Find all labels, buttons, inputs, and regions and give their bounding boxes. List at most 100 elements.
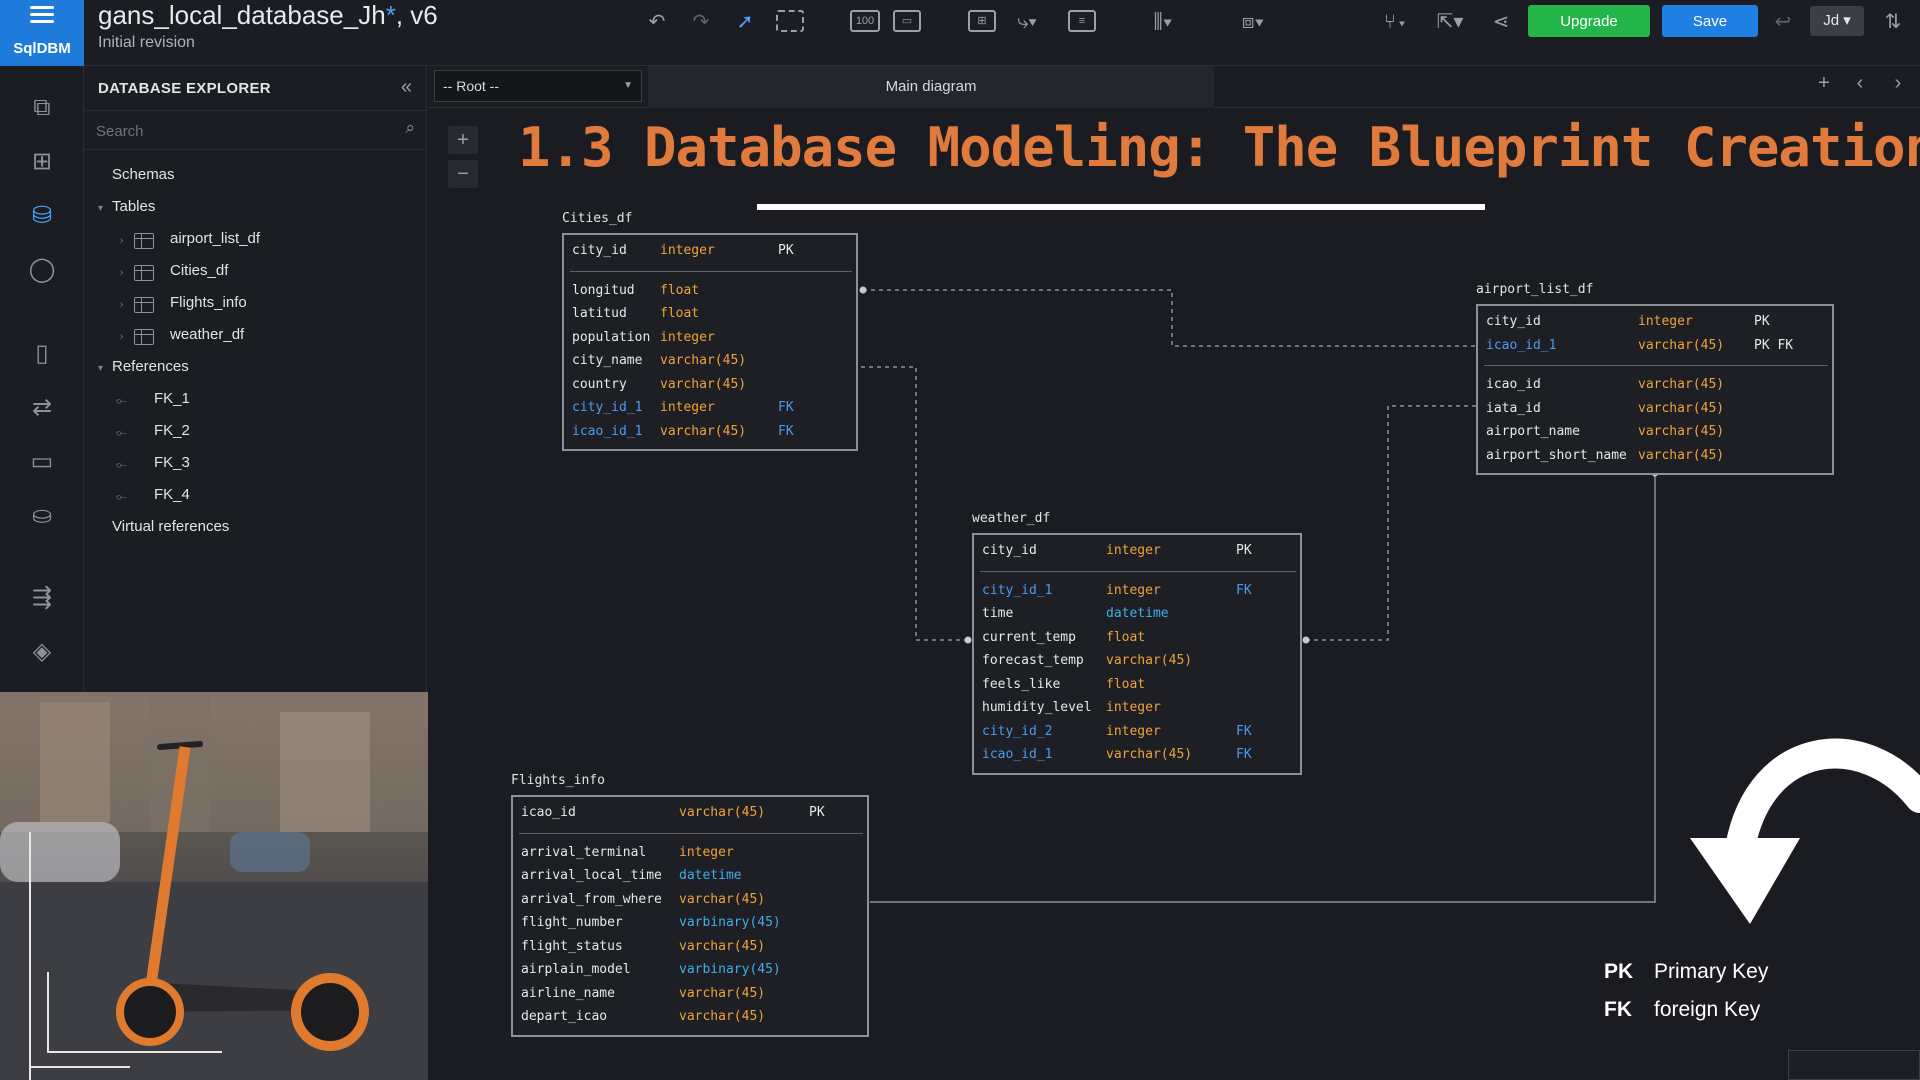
select-area-icon[interactable]: [776, 10, 804, 32]
collapse-panel-icon[interactable]: «: [401, 76, 412, 99]
column-row[interactable]: airport_name varchar(45): [1486, 424, 1828, 444]
column-row[interactable]: current_temp float: [982, 630, 1296, 650]
zoom-in-button[interactable]: +: [448, 126, 478, 154]
column-row[interactable]: feels_like float: [982, 677, 1296, 697]
tree-tables[interactable]: Tables: [112, 198, 155, 215]
tree-table-flights-info[interactable]: Flights_info: [170, 294, 247, 311]
tab-main-diagram[interactable]: Main diagram: [648, 66, 1214, 108]
column-row[interactable]: arrival_terminal integer: [521, 845, 863, 865]
table-box[interactable]: city_id integer PK city_id_1 integer FKtime da…: [972, 533, 1302, 775]
caret-right-icon[interactable]: ›: [120, 299, 123, 310]
tree-reference-fk-3[interactable]: FK_3: [154, 454, 190, 471]
search-icon[interactable]: ⌕: [405, 118, 415, 138]
user-menu-button[interactable]: Jd ▾: [1810, 6, 1864, 36]
caret-right-icon[interactable]: ›: [120, 235, 123, 246]
document-title[interactable]: gans_local_database_Jh*, v6: [98, 0, 438, 31]
column-row[interactable]: icao_id_1 varchar(45) FK: [572, 424, 852, 444]
notebook-icon[interactable]: ▭: [26, 446, 58, 478]
tree-reference-fk-1[interactable]: FK_1: [154, 390, 190, 407]
brand-menu-button[interactable]: SqlDBM: [0, 0, 84, 66]
table-name[interactable]: airport_list_df: [1476, 282, 1593, 297]
caret-right-icon[interactable]: ›: [120, 267, 123, 278]
column-row[interactable]: longitud float: [572, 283, 852, 303]
fit-view-icon[interactable]: ▭: [893, 10, 921, 32]
column-row[interactable]: forecast_temp varchar(45): [982, 653, 1296, 673]
tree-schemas[interactable]: Schemas: [112, 166, 175, 183]
revert-icon[interactable]: ↩: [1766, 8, 1800, 36]
column-row[interactable]: iata_id varchar(45): [1486, 401, 1828, 421]
column-row[interactable]: airline_name varchar(45): [521, 986, 863, 1006]
add-table-icon[interactable]: ⊞: [968, 10, 996, 32]
book-icon[interactable]: ▯: [26, 338, 58, 370]
table-name[interactable]: weather_df: [972, 511, 1050, 526]
diagram-icon[interactable]: ⧉: [26, 92, 58, 124]
compare-icon[interactable]: ⇄: [26, 392, 58, 424]
tree-table-weather-df[interactable]: weather_df: [170, 326, 244, 343]
table-name[interactable]: Flights_info: [511, 773, 605, 788]
column-row[interactable]: airplain_model varbinary(45): [521, 962, 863, 982]
schema-select[interactable]: -- Root -- ▼: [434, 70, 642, 102]
layout-icon[interactable]: ⧈▾: [1230, 8, 1276, 36]
column-row[interactable]: time datetime: [982, 606, 1296, 626]
search-input[interactable]: [96, 117, 376, 145]
layers-icon[interactable]: ◈: [26, 636, 58, 668]
add-relation-icon[interactable]: ⤷▾: [1010, 8, 1044, 36]
settings-sliders-icon[interactable]: ⇅: [1876, 8, 1910, 36]
chevron-right-icon[interactable]: ›: [1886, 72, 1910, 95]
add-note-icon[interactable]: ≡: [1068, 10, 1096, 32]
columns-view-icon[interactable]: ⫼▾: [1140, 8, 1186, 36]
flow-icon[interactable]: ⇶: [26, 582, 58, 614]
tree-table-cities-df[interactable]: Cities_df: [170, 262, 228, 279]
column-row[interactable]: humidity_level integer: [982, 700, 1296, 720]
branch-icon[interactable]: ⑂▾: [1374, 8, 1418, 36]
column-row[interactable]: icao_id_1 varchar(45) PK FK: [1486, 338, 1828, 358]
column-row[interactable]: airport_short_name varchar(45): [1486, 448, 1828, 468]
table-name[interactable]: Cities_df: [562, 211, 632, 226]
column-row[interactable]: arrival_from_where varchar(45): [521, 892, 863, 912]
column-row[interactable]: city_id_2 integer FK: [982, 724, 1296, 744]
table-box[interactable]: city_id integer PK longitud float latitud floa…: [562, 233, 858, 451]
zoom-out-button[interactable]: −: [448, 160, 478, 188]
caret-down-icon[interactable]: ▾: [98, 363, 103, 374]
column-row[interactable]: flight_status varchar(45): [521, 939, 863, 959]
comment-icon[interactable]: ◯: [26, 254, 58, 286]
database-export-icon[interactable]: ⛀: [26, 500, 58, 532]
column-row[interactable]: city_id integer PK: [982, 543, 1296, 563]
tree-reference-fk-2[interactable]: FK_2: [154, 422, 190, 439]
database-icon[interactable]: ⛁: [26, 200, 58, 232]
table-box[interactable]: icao_id varchar(45) PK arrival_terminal inte…: [511, 795, 869, 1037]
add-diagram-icon[interactable]: +: [1812, 72, 1836, 95]
column-row[interactable]: depart_icao varchar(45): [521, 1009, 863, 1029]
chevron-left-icon[interactable]: ‹: [1848, 72, 1872, 95]
column-row[interactable]: population integer: [572, 330, 852, 350]
zoom-100-button[interactable]: 100: [850, 10, 880, 32]
column-row[interactable]: flight_number varbinary(45): [521, 915, 863, 935]
column-row[interactable]: icao_id_1 varchar(45) FK: [982, 747, 1296, 767]
table-box[interactable]: city_id integer PK icao_id_1 varchar(45) PK F…: [1476, 304, 1834, 475]
column-row[interactable]: icao_id varchar(45): [1486, 377, 1828, 397]
share-icon[interactable]: ⋖: [1484, 8, 1518, 36]
table-grid-icon[interactable]: ⊞: [26, 146, 58, 178]
revision-label[interactable]: Initial revision: [98, 34, 195, 52]
minimap-panel[interactable]: [1788, 1050, 1920, 1080]
pointer-icon[interactable]: ➚: [728, 8, 762, 36]
caret-right-icon[interactable]: ›: [120, 331, 123, 342]
column-row[interactable]: city_name varchar(45): [572, 353, 852, 373]
column-row[interactable]: city_id_1 integer FK: [572, 400, 852, 420]
column-row[interactable]: country varchar(45): [572, 377, 852, 397]
tree-reference-fk-4[interactable]: FK_4: [154, 486, 190, 503]
redo-icon[interactable]: ↷: [684, 8, 718, 36]
export-icon[interactable]: ⇱▾: [1428, 8, 1472, 36]
undo-icon[interactable]: ↶: [640, 8, 674, 36]
column-row[interactable]: arrival_local_time datetime: [521, 868, 863, 888]
column-row[interactable]: icao_id varchar(45) PK: [521, 805, 863, 825]
upgrade-button[interactable]: Upgrade: [1528, 5, 1650, 37]
column-row[interactable]: city_id integer PK: [1486, 314, 1828, 334]
column-row[interactable]: city_id integer PK: [572, 243, 852, 263]
tree-virtual-references[interactable]: Virtual references: [112, 518, 229, 535]
tree-references[interactable]: References: [112, 358, 189, 375]
tree-table-airport-list-df[interactable]: airport_list_df: [170, 230, 260, 247]
save-button[interactable]: Save: [1662, 5, 1758, 37]
caret-down-icon[interactable]: ▾: [98, 203, 103, 214]
column-row[interactable]: city_id_1 integer FK: [982, 583, 1296, 603]
